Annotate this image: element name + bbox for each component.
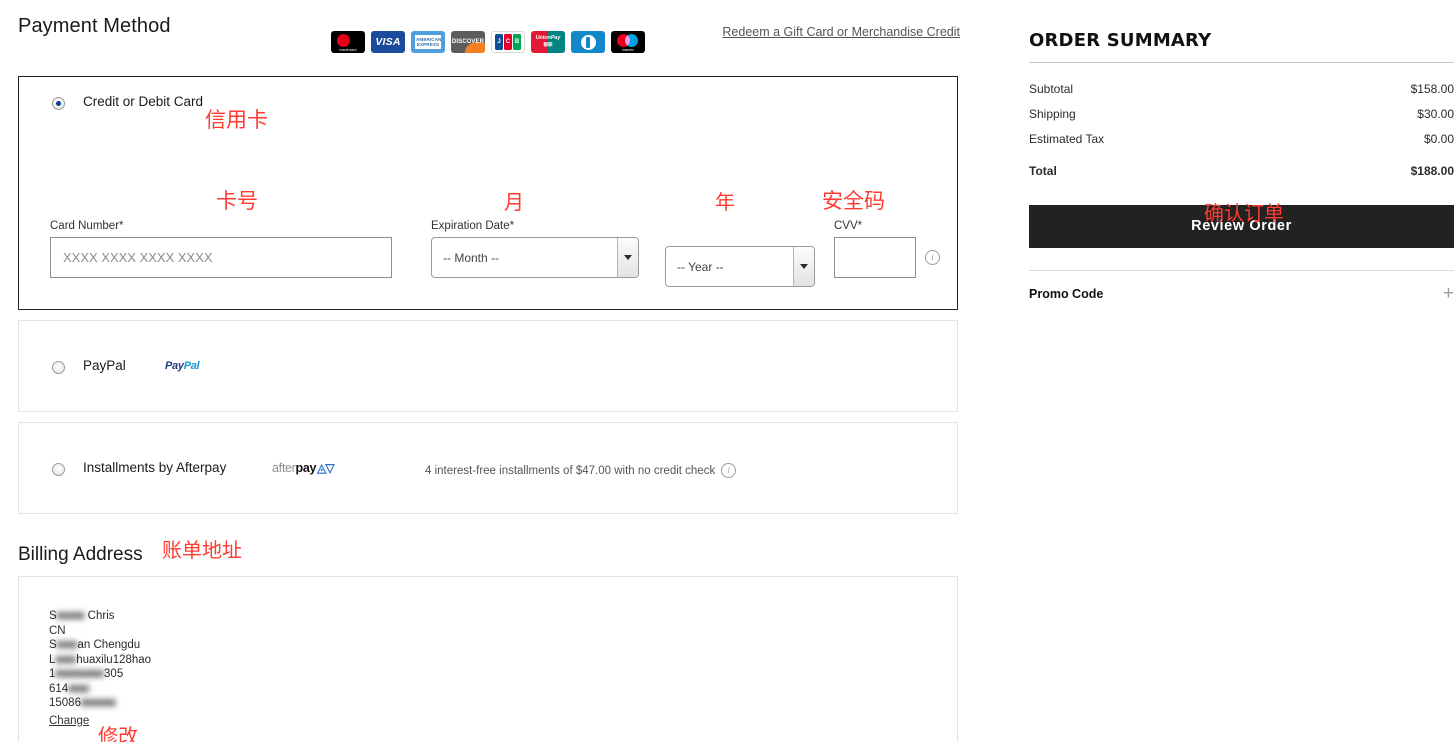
visa-icon: VISA [371,31,405,53]
address-line: S■■■■ Chris [49,610,115,622]
jcb-icon: J C B [491,31,525,53]
billing-header: Billing Address [18,532,960,576]
american-express-icon: AMERICAN EXPRESS [411,31,445,53]
mastercard-icon: mastercard [331,31,365,53]
expiration-year-select[interactable]: -- Year -- [665,246,815,287]
summary-row-shipping: Shipping $30.00 [1029,101,1454,126]
expiration-date-label: Expiration Date* [431,220,515,232]
redacted-text: ■■■■■■■ [55,668,105,680]
redeem-gift-card-link[interactable]: Redeem a Gift Card or Merchandise Credit [722,25,960,39]
unionpay-icon: UnionPay 银联 [531,31,565,53]
billing-address-panel: S■■■■ Chris CN S■■■an Chengdu L■■■huaxil… [18,576,958,742]
year-value: -- Year -- [677,259,724,274]
payment-option-afterpay[interactable]: Installments by Afterpay after pay ◬▽ 4 in… [18,422,958,514]
address-line: L■■■huaxilu128hao [49,653,152,666]
card-number-group: Card Number* XXXX XXXX XXXX XXXX [50,220,392,278]
promo-code-label: Promo Code [1029,286,1104,301]
estimated-tax-value: $0.00 [1423,131,1454,146]
year-dropdown-arrow[interactable] [793,247,814,286]
expiration-month-select[interactable]: -- Month -- [431,237,639,278]
review-order-button[interactable]: Review Order [1029,204,1454,248]
payment-option-paypal[interactable]: PayPal PayPal [18,320,958,412]
summary-rows: Subtotal $158.00 Shipping $30.00 Estimat… [1029,63,1454,184]
afterpay-note-text: 4 interest-free installments of $47.00 w… [425,464,716,477]
radio-afterpay[interactable] [52,463,65,476]
summary-row-total: Total $188.00 [1029,151,1454,184]
shipping-value: $30.00 [1417,106,1454,121]
maestro-icon: maestro [611,31,645,53]
redacted-text: ■■■ [68,682,90,695]
redacted-text: ■■■■■ [80,697,116,709]
estimated-tax-label: Estimated Tax [1029,131,1105,146]
summary-row-estimated-tax: Estimated Tax $0.00 [1029,126,1454,151]
redacted-text: ■■■ [56,639,78,651]
redacted-text: ■■■■ [56,610,85,622]
card-number-input[interactable]: XXXX XXXX XXXX XXXX [50,237,392,278]
paypal-logo-icon: PayPal [165,360,200,372]
address-line: CN [49,624,66,637]
expiration-year-group: -- Year -- [665,246,815,287]
promo-code-row[interactable]: Promo Code + [1029,271,1454,303]
diners-club-icon [571,31,605,53]
payment-section: Payment Method Redeem a Gift Card or Mer… [18,0,960,742]
afterpay-logo-icon: after pay ◬▽ [272,461,335,475]
radio-credit-card[interactable] [52,97,65,110]
credit-card-label: Credit or Debit Card [83,94,204,109]
expiration-month-group: Expiration Date* -- Month -- [431,220,639,278]
page-title: Payment Method [18,15,171,37]
checkout-page: Payment Method Redeem a Gift Card or Mer… [0,0,1454,742]
card-number-placeholder: XXXX XXXX XXXX XXXX [63,250,213,265]
address-line: 614■■■ [49,682,90,695]
summary-row-subtotal: Subtotal $158.00 [1029,76,1454,101]
billing-address-title: Billing Address [18,544,143,565]
card-number-label: Card Number* [50,220,124,232]
payment-option-credit-card[interactable]: Credit or Debit Card mastercard VISA AME… [18,31,958,334]
mastercard-wordmark: mastercard [339,48,357,52]
afterpay-label: Installments by Afterpay [83,460,227,475]
redacted-text: ■■■ [55,653,77,666]
order-summary-title: ORDER SUMMARY [1029,30,1212,51]
radio-paypal[interactable] [52,361,65,374]
month-dropdown-arrow[interactable] [617,238,638,277]
address-line: 1■■■■■■■305 [49,668,124,680]
total-label: Total [1029,164,1057,178]
subtotal-label: Subtotal [1029,81,1074,96]
address-line: 15086■■■■■ [49,697,116,709]
cvv-group: CVV* i [834,220,940,278]
afterpay-info-icon[interactable]: i [721,463,737,478]
plus-icon[interactable]: + [1443,284,1454,303]
order-summary-section: ORDER SUMMARY Subtotal $158.00 Shipping … [1029,0,1454,303]
month-value: -- Month -- [443,250,500,265]
total-value: $188.00 [1410,164,1454,178]
cvv-label: CVV* [834,220,863,232]
address-line: S■■■an Chengdu [49,639,141,651]
discover-icon: DISCOVER [451,31,485,53]
afterpay-note: 4 interest-free installments of $47.00 w… [425,463,737,478]
shipping-label: Shipping [1029,106,1076,121]
billing-address-text: S■■■■ Chris CN S■■■an Chengdu L■■■huaxil… [49,609,151,711]
card-brand-logos: mastercard VISA AMERICAN EXPRESS DISCOVE… [331,31,645,53]
subtotal-value: $158.00 [1410,81,1454,96]
change-billing-address-link[interactable]: Change [49,715,89,727]
cvv-input[interactable] [834,237,916,278]
credit-card-option-row[interactable]: Credit or Debit Card [19,77,957,129]
paypal-label: PayPal [83,358,126,373]
cvv-info-icon[interactable]: i [925,250,940,265]
